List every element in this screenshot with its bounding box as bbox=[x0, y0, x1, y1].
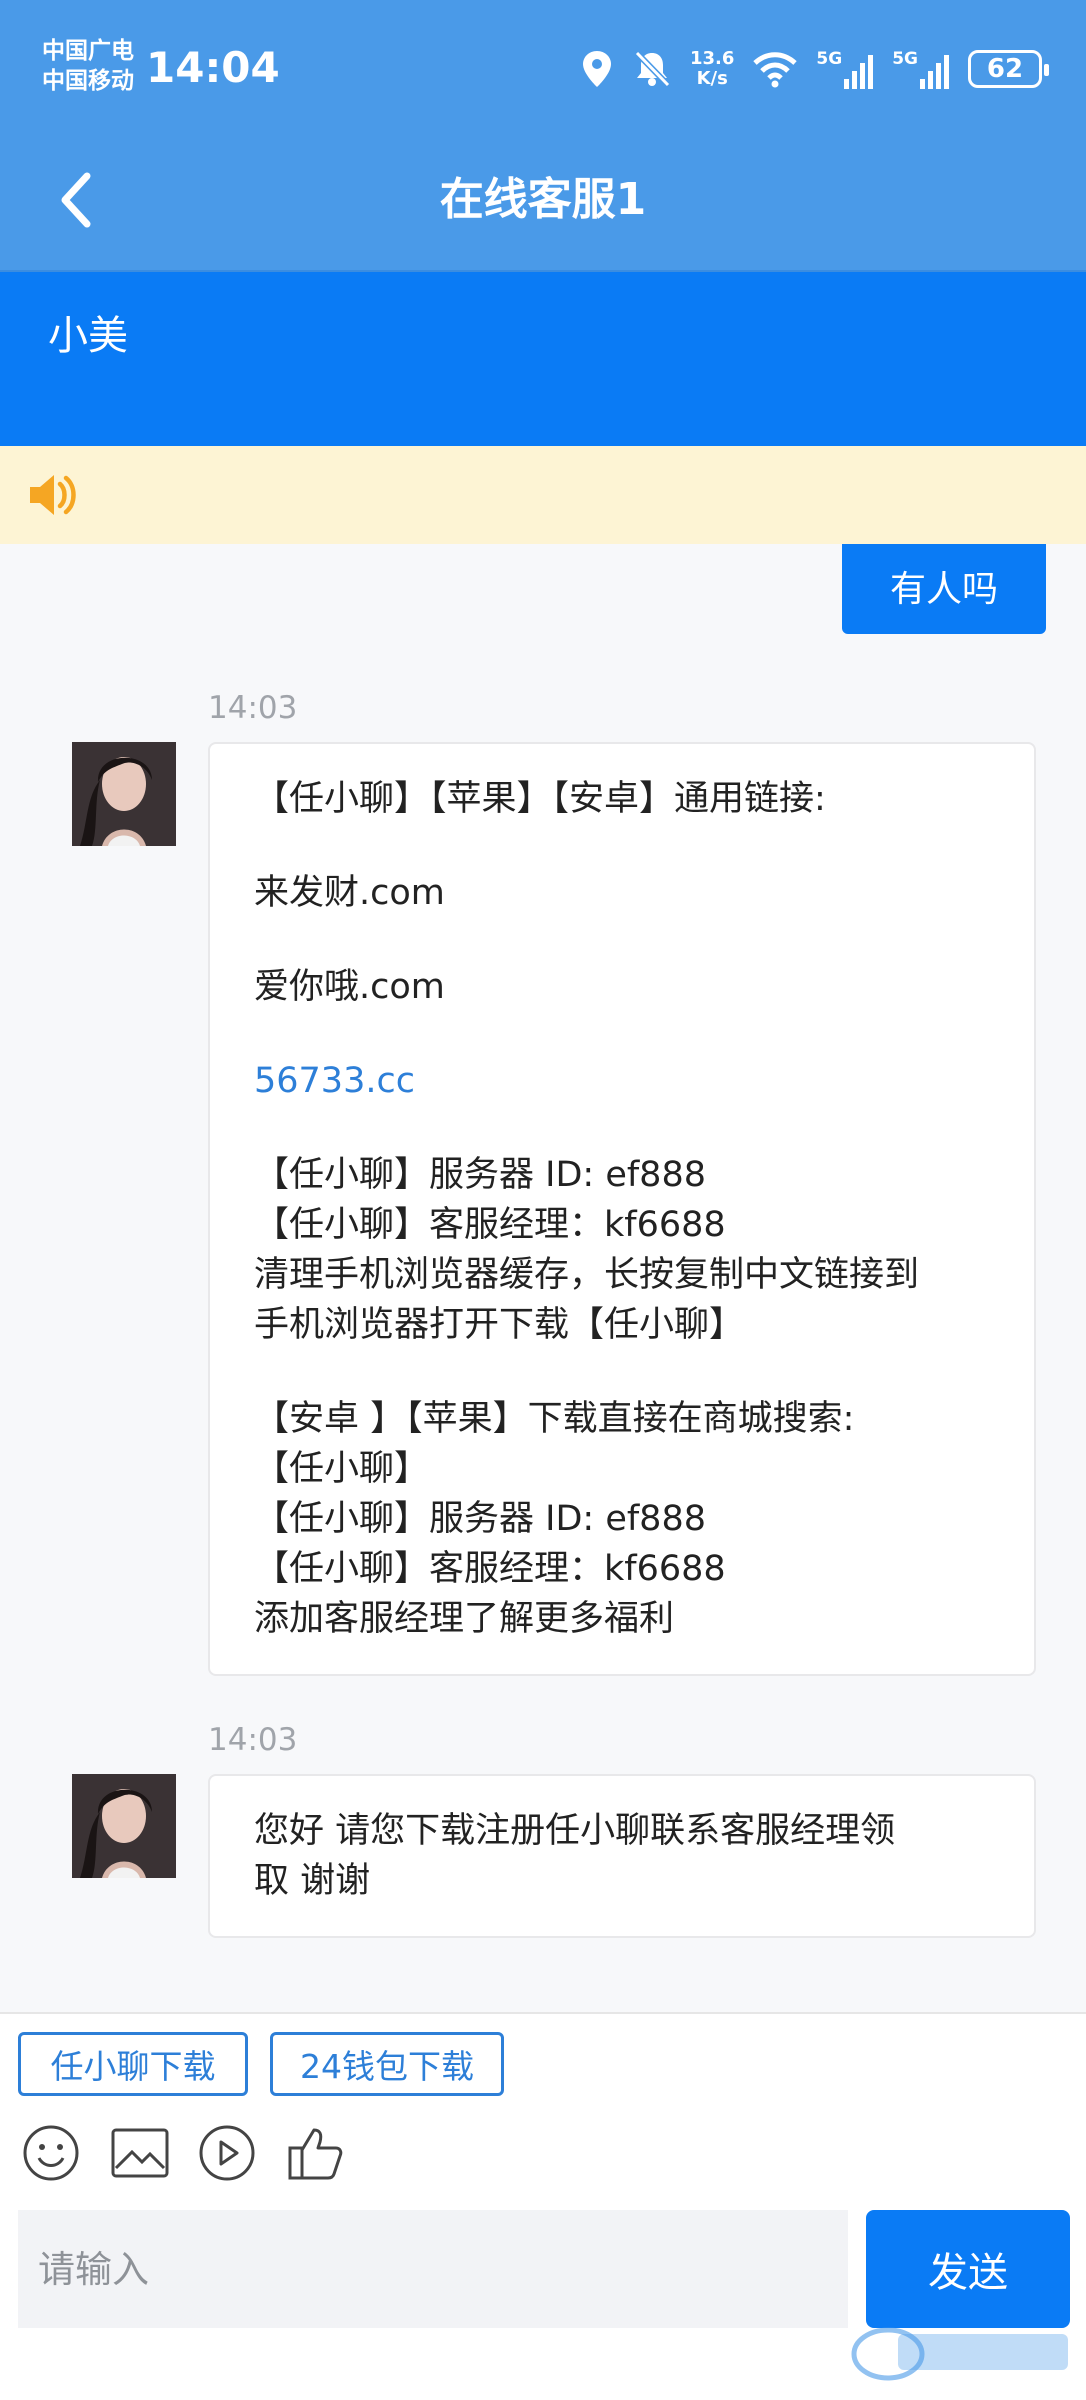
status-time: 14:04 bbox=[146, 43, 280, 92]
message-line: 【任小聊】客服经理：kf6688 bbox=[254, 1549, 726, 1589]
status-icons: 13.6 K/s 5G 5G 62 bbox=[580, 44, 1049, 94]
thumbs-up-icon[interactable] bbox=[286, 2124, 344, 2182]
message-line: 【任小聊】服务器 ID: ef888 bbox=[254, 1499, 706, 1539]
net-speed: 13.6 K/s bbox=[689, 48, 735, 89]
message-line: 来发财.com bbox=[254, 873, 445, 913]
image-icon[interactable] bbox=[110, 2124, 169, 2182]
notice-bar bbox=[0, 446, 1086, 544]
message-line: 【任小聊】服务器 ID: ef888 bbox=[254, 1155, 706, 1195]
page-title: 在线客服1 bbox=[439, 174, 647, 225]
message-line: 添加客服经理了解更多福利 bbox=[254, 1599, 675, 1639]
message-line: 【任小聊】【苹果】【安卓】通用链接: bbox=[254, 779, 826, 819]
message-line: 您好 请您下载注册任小聊联系客服经理领 bbox=[254, 1811, 896, 1851]
signal-bars-icon bbox=[844, 55, 874, 89]
nav-bar: 在线客服1 bbox=[0, 140, 1086, 270]
status-bar: 中国广电 中国移动 14:04 13.6 K/s 5G 5G 62 bbox=[0, 0, 1086, 140]
mute-bell-icon bbox=[634, 50, 671, 88]
chat-area[interactable]: 有人吗 14:03 【任小聊】【苹果】【安卓】通用链接: 来发财.com 爱你哦… bbox=[0, 544, 1086, 2012]
message-line: 【安卓 】【苹果】下载直接在商城搜索: bbox=[254, 1399, 855, 1439]
message-input[interactable] bbox=[18, 2210, 848, 2328]
carrier-labels: 中国广电 中国移动 bbox=[42, 36, 134, 96]
quick-reply-button[interactable]: 任小聊下载 bbox=[18, 2032, 248, 2096]
wifi-icon bbox=[753, 52, 798, 88]
message-line: 手机浏览器打开下载【任小聊】 bbox=[254, 1305, 745, 1345]
my-message-bubble[interactable]: 有人吗 bbox=[842, 544, 1046, 634]
message-line: 【任小聊】客服经理：kf6688 bbox=[254, 1205, 726, 1245]
avatar[interactable] bbox=[72, 1774, 176, 1878]
speaker-icon bbox=[26, 470, 80, 524]
message-line: 取 谢谢 bbox=[254, 1861, 371, 1901]
message-time: 14:03 bbox=[208, 1722, 298, 1758]
carrier-2: 中国移动 bbox=[42, 68, 134, 94]
message-line: 清理手机浏览器缓存，长按复制中文链接到 bbox=[254, 1255, 920, 1295]
agent-header: 小美 bbox=[0, 270, 1086, 446]
watermark-logo bbox=[848, 2320, 1074, 2384]
battery-indicator: 62 bbox=[968, 50, 1049, 88]
video-icon[interactable] bbox=[198, 2124, 256, 2182]
agent-name: 小美 bbox=[48, 313, 128, 359]
message-line: 爱你哦.com bbox=[254, 967, 445, 1007]
message-line: 【任小聊】 bbox=[254, 1449, 430, 1489]
toolbar bbox=[22, 2124, 344, 2182]
emoji-icon[interactable] bbox=[22, 2124, 80, 2182]
signal-bars-icon bbox=[920, 55, 949, 89]
agent-message-bubble[interactable]: 【任小聊】【苹果】【安卓】通用链接: 来发财.com 爱你哦.com 56733… bbox=[208, 742, 1036, 1676]
signal-2: 5G bbox=[892, 49, 950, 89]
location-icon bbox=[582, 51, 611, 87]
agent-message-bubble[interactable]: 您好 请您下载注册任小聊联系客服经理领 取 谢谢 bbox=[208, 1774, 1036, 1938]
send-button[interactable]: 发送 bbox=[866, 2210, 1070, 2328]
signal-1: 5G bbox=[816, 49, 874, 89]
carrier-1: 中国广电 bbox=[42, 38, 134, 64]
message-time: 14:03 bbox=[208, 690, 298, 726]
quick-reply-button[interactable]: 24钱包下载 bbox=[270, 2032, 504, 2096]
avatar[interactable] bbox=[72, 742, 176, 846]
message-link[interactable]: 56733.cc bbox=[254, 1056, 990, 1106]
